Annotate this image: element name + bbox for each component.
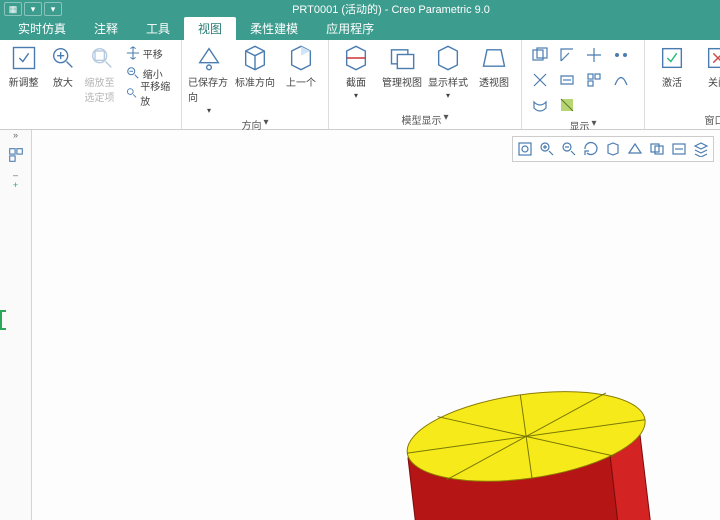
tab-tools[interactable]: 工具 — [132, 17, 184, 40]
btn-zoomsel: 缩放至选定项 — [85, 44, 120, 104]
show-datum-axes[interactable] — [528, 69, 552, 91]
window-title: PRT0001 (活动的) - Creo Parametric 9.0 — [62, 1, 720, 17]
btn-perspective[interactable]: 透视图 — [473, 44, 515, 89]
btn-savedview[interactable]: 已保存方向▾ — [188, 44, 230, 115]
btn-section[interactable]: 截面▾ — [335, 44, 377, 100]
group-window-label: 窗口▾ — [651, 110, 720, 127]
ribbon-tabs: 实时仿真 注释 工具 视图 柔性建模 应用程序 — [0, 18, 720, 40]
qa-icon-1[interactable]: ▦ — [4, 2, 22, 16]
tab-annotation[interactable]: 注释 — [80, 17, 132, 40]
group-zoom-label — [6, 125, 175, 127]
btn-zoomin[interactable]: 放大 — [45, 44, 80, 89]
tab-view[interactable]: 视图 — [184, 17, 236, 40]
group-orient: 已保存方向▾ 标准方向 上一个 方向▾ — [182, 40, 329, 129]
show-annotations[interactable] — [555, 69, 579, 91]
qa-icon-3[interactable]: ▾ — [44, 2, 62, 16]
model-cylinder — [0, 130, 720, 520]
show-axes[interactable] — [582, 44, 606, 66]
qa-icon-2[interactable]: ▾ — [24, 2, 42, 16]
graphics-canvas[interactable]: » – + — [0, 130, 720, 520]
show-model-tree[interactable] — [582, 69, 606, 91]
btn-pan[interactable]: 平移 — [124, 44, 175, 62]
group-modeldisp-label: 模型显示▾ — [335, 110, 515, 127]
btn-manageview[interactable]: 管理视图 — [381, 44, 423, 89]
btn-fit[interactable]: 新调整 — [6, 44, 41, 89]
show-csys[interactable] — [555, 44, 579, 66]
show-colorpick[interactable] — [555, 94, 579, 116]
btn-activate[interactable]: 激活 — [651, 44, 693, 89]
tab-apps[interactable]: 应用程序 — [312, 17, 388, 40]
tab-flex[interactable]: 柔性建模 — [236, 17, 312, 40]
tab-simulation[interactable]: 实时仿真 — [4, 17, 80, 40]
ribbon: 新调整 放大 缩放至选定项 平移 缩小 平移缩放 已保存方向▾ — [0, 40, 720, 130]
btn-stdview[interactable]: 标准方向 — [234, 44, 276, 89]
btn-prevview[interactable]: 上一个 — [280, 44, 322, 89]
show-surfaces[interactable] — [528, 94, 552, 116]
group-modeldisp: 截面▾ 管理视图 显示样式▾ 透视图 模型显示▾ — [329, 40, 522, 129]
show-curves[interactable] — [609, 69, 633, 91]
group-show: 显示▾ — [522, 40, 645, 129]
zoom-stack: 平移 缩小 平移缩放 — [124, 44, 175, 102]
group-window: 激活 关闭 窗口▾ 窗口▾ — [645, 40, 720, 129]
show-datum-planes[interactable] — [528, 44, 552, 66]
quick-access-toolbar: ▦ ▾ ▾ — [0, 2, 62, 16]
show-grid — [528, 44, 638, 116]
btn-panzoom[interactable]: 平移缩放 — [124, 84, 175, 102]
btn-close[interactable]: 关闭 — [697, 44, 720, 89]
show-points[interactable] — [609, 44, 633, 66]
btn-zoomsel-label: 缩放至选定项 — [85, 74, 120, 104]
group-zoom: 新调整 放大 缩放至选定项 平移 缩小 平移缩放 — [0, 40, 182, 129]
btn-dispstyle[interactable]: 显示样式▾ — [427, 44, 469, 100]
btn-zoomin-label: 放大 — [53, 74, 73, 89]
btn-fit-label: 新调整 — [9, 74, 39, 89]
